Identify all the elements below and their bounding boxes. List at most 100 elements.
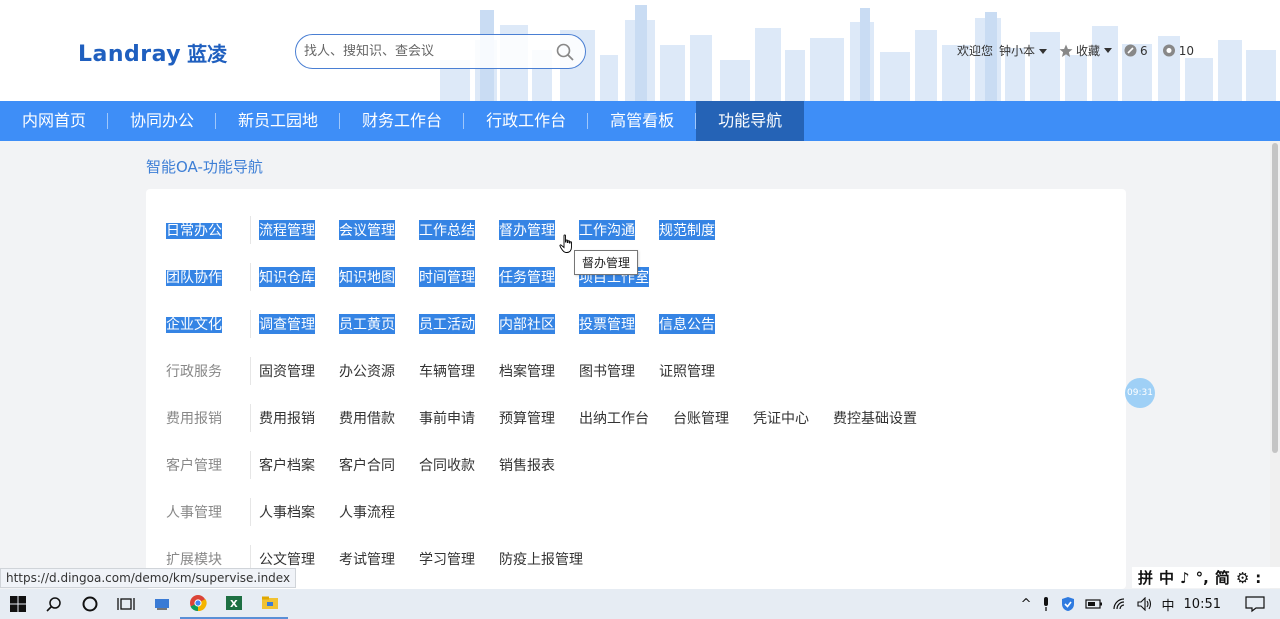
function-link[interactable]: 员工活动 [419,314,475,334]
function-link[interactable]: 办公资源 [339,361,395,381]
function-link[interactable]: 工作沟通 [579,220,635,240]
function-link[interactable]: 固资管理 [259,361,315,381]
function-link[interactable]: 人事档案 [259,502,315,522]
function-link[interactable]: 人事流程 [339,502,395,522]
function-link[interactable]: 任务管理 [499,267,555,287]
function-link[interactable]: 学习管理 [419,549,475,569]
chrome-icon [190,595,207,612]
folder-icon [262,596,278,609]
excel-icon: X [226,596,242,610]
taskbar-search-button[interactable] [36,589,72,619]
taskbar-app-chrome[interactable] [180,589,216,619]
nav-section-row: 行政服务 固资管理 办公资源 车辆管理 档案管理 图书管理 证照管理 [166,357,739,385]
function-link[interactable]: 内部社区 [499,314,555,334]
function-link[interactable]: 知识地图 [339,267,395,287]
chevron-down-icon [1104,48,1113,53]
function-link[interactable]: 信息公告 [659,314,715,334]
divider [250,451,251,479]
taskbar-app-explorer[interactable] [252,589,288,619]
function-link[interactable]: 时间管理 [419,267,475,287]
start-button[interactable] [0,589,36,619]
shield-app-icon[interactable] [1060,596,1076,612]
wifi-icon[interactable] [1112,597,1128,611]
ime-button[interactable]: 简 [1215,567,1230,588]
function-link[interactable]: 出纳工作台 [579,408,649,428]
read-count[interactable]: 10 [1162,44,1194,58]
function-link[interactable]: 销售报表 [499,455,555,475]
notification-icon[interactable] [1244,595,1266,613]
function-link[interactable]: 公文管理 [259,549,315,569]
function-link[interactable]: 客户档案 [259,455,315,475]
favorites-label: 收藏 [1076,44,1101,58]
search-input[interactable] [304,44,544,59]
function-link[interactable]: 会议管理 [339,220,395,240]
function-link[interactable]: 台账管理 [673,408,729,428]
function-link[interactable]: 事前申请 [419,408,475,428]
user-menu[interactable]: 钟小本 [999,42,1048,59]
function-link[interactable]: 调查管理 [259,314,315,334]
function-link[interactable]: 图书管理 [579,361,635,381]
taskbar-app-desktop[interactable] [144,589,180,619]
ime-button[interactable]: ♪ [1180,569,1190,587]
ime-button[interactable]: 中 [1159,567,1174,588]
ime-button[interactable]: 拼 [1138,567,1153,588]
nav-item[interactable]: 财务工作台 [340,101,465,141]
favorites-menu[interactable]: 收藏 [1059,42,1113,59]
floating-clock-bubble[interactable]: 09:31 [1125,378,1155,408]
nav-item[interactable]: 新员工园地 [216,101,341,141]
landray-logo[interactable]: Landray 蓝凌 [78,38,227,67]
main-nav: 内网首页 协同办公 新员工园地 财务工作台 行政工作台 高管看板 功能导航 [0,101,1280,141]
function-link[interactable]: 费用报销 [259,408,315,428]
nav-section-row: 费用报销 费用报销 费用借款 事前申请 预算管理 出纳工作台 台账管理 凭证中心 费控基础设置 [166,404,941,432]
vertical-scrollbar[interactable] [1270,141,1280,589]
windows-logo-icon [10,596,26,612]
function-link[interactable]: 流程管理 [259,220,315,240]
function-link[interactable]: 车辆管理 [419,361,475,381]
function-link[interactable]: 档案管理 [499,361,555,381]
function-link[interactable]: 知识仓库 [259,267,315,287]
section-category-label: 企业文化 [166,317,222,333]
function-link[interactable]: 防疫上报管理 [499,549,583,569]
clock-time[interactable]: 10:51 [1184,597,1221,612]
app-window-icon [155,599,169,610]
search-box [295,34,586,69]
cortana-button[interactable] [72,589,108,619]
ime-button[interactable]: °, [1196,569,1209,587]
function-link[interactable]: 工作总结 [419,220,475,240]
divider [250,498,251,526]
nav-item[interactable]: 功能导航 [696,101,805,141]
taskbar-app-excel[interactable]: X [216,589,252,619]
function-link[interactable]: 规范制度 [659,220,715,240]
microphone-icon[interactable] [1041,596,1051,612]
task-view-button[interactable] [108,589,144,619]
battery-icon[interactable] [1084,598,1103,610]
search-icon[interactable] [555,42,575,62]
function-link[interactable]: 督办管理 [499,220,555,240]
ime-button[interactable]: ⚙ [1236,569,1249,587]
scrollbar-thumb[interactable] [1272,143,1278,453]
function-link[interactable]: 考试管理 [339,549,395,569]
input-language[interactable]: 中 [1162,595,1175,614]
ime-toolbar[interactable]: 拼中 ♪ °, 简 ⚙: [1132,567,1280,588]
star-icon [1059,44,1073,57]
pending-count[interactable]: 6 [1124,44,1148,58]
function-link[interactable]: 合同收款 [419,455,475,475]
nav-item[interactable]: 行政工作台 [464,101,589,141]
chevron-up-icon[interactable]: ^ [1021,597,1032,612]
section-category: 扩展模块 [166,549,250,569]
function-link[interactable]: 凭证中心 [753,408,809,428]
function-link[interactable]: 员工黄页 [339,314,395,334]
volume-icon[interactable] [1136,597,1153,611]
function-link[interactable]: 客户合同 [339,455,395,475]
function-link[interactable]: 投票管理 [579,314,635,334]
nav-item[interactable]: 协同办公 [108,101,217,141]
logo-text-en: Landray [78,42,182,67]
ime-button[interactable]: : [1255,569,1261,587]
section-category: 日常办公 [166,220,250,240]
function-link[interactable]: 费控基础设置 [833,408,917,428]
nav-item[interactable]: 高管看板 [588,101,697,141]
function-link[interactable]: 预算管理 [499,408,555,428]
function-link[interactable]: 证照管理 [659,361,715,381]
function-link[interactable]: 费用借款 [339,408,395,428]
nav-item[interactable]: 内网首页 [0,101,109,141]
